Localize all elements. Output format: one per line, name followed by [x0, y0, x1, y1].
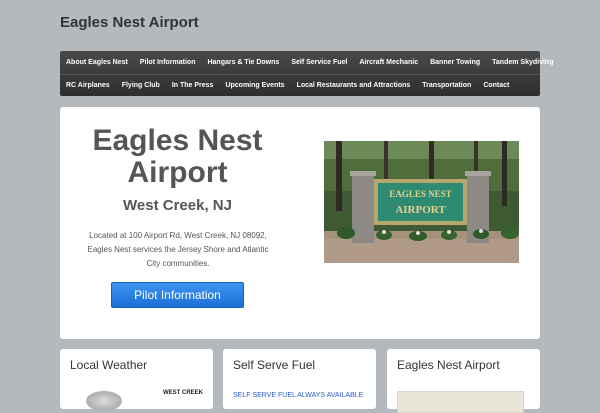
nav-item-hangars[interactable]: Hangars & Tie Downs — [201, 52, 285, 74]
sign-text-line-2: AIRPORT — [395, 204, 446, 216]
hero-title: Eagles Nest Airport — [60, 125, 295, 189]
local-weather-card: Local Weather WEST CREEK — [60, 349, 213, 411]
self-serve-fuel-title: Self Serve Fuel — [233, 358, 316, 372]
airport-map-title: Eagles Nest Airport — [397, 358, 500, 372]
nav-item-banner-towing[interactable]: Banner Towing — [424, 52, 486, 74]
airport-map-card: Eagles Nest Airport — [387, 349, 540, 413]
nav-item-in-the-press[interactable]: In The Press — [166, 75, 220, 97]
main-navigation: About Eagles Nest Pilot Information Hang… — [60, 51, 553, 97]
hero-subtitle: West Creek, NJ — [123, 197, 232, 214]
nav-item-aircraft-mechanic[interactable]: Aircraft Mechanic — [353, 52, 424, 74]
nav-row-2: RC Airplanes Flying Club In The Press Up… — [60, 74, 540, 97]
nav-item-transportation[interactable]: Transportation — [416, 75, 477, 97]
nav-item-upcoming-events[interactable]: Upcoming Events — [219, 75, 290, 97]
airport-sign-photo: EAGLES NEST AIRPORT — [324, 141, 519, 263]
hero-panel: Eagles Nest Airport West Creek, NJ Locat… — [60, 107, 540, 339]
hero-description: Located at 100 Airport Rd, West Creek, N… — [87, 231, 269, 268]
nav-item-flying-club[interactable]: Flying Club — [116, 75, 166, 97]
nav-item-contact[interactable]: Contact — [477, 75, 515, 97]
weather-location: WEST CREEK — [163, 390, 204, 396]
local-weather-title: Local Weather — [70, 358, 148, 372]
nav-item-about[interactable]: About Eagles Nest — [60, 52, 134, 74]
weather-icon — [86, 391, 122, 411]
nav-item-pilot-information[interactable]: Pilot Information — [134, 52, 202, 74]
site-title[interactable]: Eagles Nest Airport — [60, 14, 199, 31]
sign-text-line-1: EAGLES NEST — [389, 189, 451, 199]
pilot-information-button[interactable]: Pilot Information — [111, 282, 244, 308]
nav-item-self-service-fuel[interactable]: Self Service Fuel — [285, 52, 353, 74]
map-thumbnail[interactable] — [397, 391, 524, 413]
nav-row-1: About Eagles Nest Pilot Information Hang… — [60, 52, 559, 74]
nav-item-rc-airplanes[interactable]: RC Airplanes — [60, 75, 116, 97]
fuel-availability-link[interactable]: SELF SERVE FUEL ALWAYS AVAILABLE — [233, 392, 363, 399]
hero-title-line-1: Eagles Nest — [92, 124, 263, 157]
nav-item-tandem-skydiving[interactable]: Tandem Skydiving — [486, 52, 559, 74]
hero-title-line-2: Airport — [127, 156, 228, 189]
self-serve-fuel-card: Self Serve Fuel SELF SERVE FUEL ALWAYS A… — [223, 349, 376, 409]
nav-item-local-restaurants[interactable]: Local Restaurants and Attractions — [291, 75, 417, 97]
